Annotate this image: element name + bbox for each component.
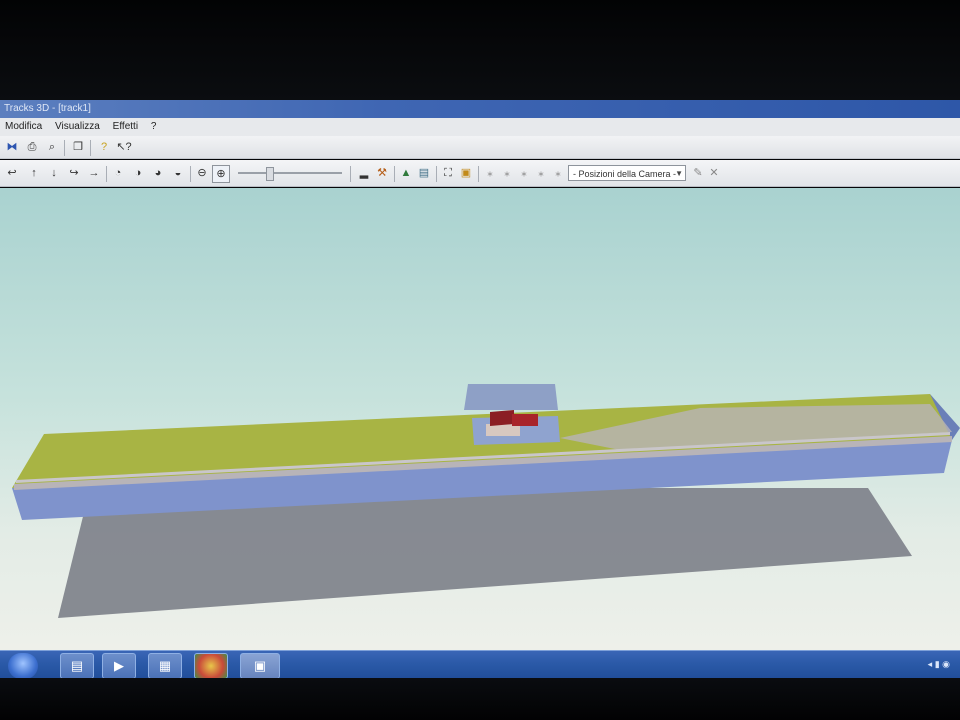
zoom-in-icon[interactable]: ⊕	[212, 165, 230, 183]
camera-select-value: - Posizioni della Camera -	[573, 169, 677, 179]
view-toolbar: ↩ ↑ ↓ ↪ → ◔ ◑ ◕ ◒ ⊖ ⊕ ▂ ⚒ ▲ ▤ ⛶ ▣ ⁎ ⁎ ⁎ …	[0, 160, 960, 187]
camera-icon[interactable]: ▣	[458, 165, 474, 181]
view-4-icon[interactable]: ◒	[170, 165, 186, 181]
rotate-right-icon[interactable]: ↪	[66, 165, 82, 181]
rail-tool-icon[interactable]: ⧓	[4, 139, 20, 155]
video-icon[interactable]: ▦	[148, 653, 182, 679]
scenery-icon[interactable]: ▲	[398, 165, 414, 181]
explorer-icon[interactable]: ▤	[60, 653, 94, 679]
system-tray: ◂ ▮ ◉	[927, 659, 950, 669]
print-preview-icon[interactable]: ⌕	[44, 139, 60, 155]
camera-delete-icon[interactable]: ✕	[706, 165, 722, 181]
camera-pos-3-icon[interactable]: ⁎	[516, 165, 532, 181]
toolbar-separator	[394, 166, 395, 182]
toolbar-separator	[90, 140, 91, 156]
tool-icon[interactable]: ⚒	[374, 165, 390, 181]
toolbar-separator	[436, 166, 437, 182]
backdrop-panel	[464, 384, 558, 410]
help-icon[interactable]: ?	[96, 139, 112, 155]
menu-bar: Modifica Visualizza Effetti ?	[0, 118, 960, 137]
window-title: Tracks 3D - [track1]	[4, 103, 91, 114]
view-1-icon[interactable]: ◔	[110, 165, 126, 181]
toolbar-separator	[106, 166, 107, 182]
fit-view-icon[interactable]: ⛶	[440, 165, 456, 181]
media-icon[interactable]: ▶	[102, 653, 136, 679]
zoom-slider-track[interactable]	[238, 172, 342, 174]
3d-viewport[interactable]	[0, 188, 960, 650]
start-button[interactable]	[8, 653, 38, 679]
menu-effetti[interactable]: Effetti	[108, 118, 143, 136]
toolbar-separator	[478, 166, 479, 182]
layout-3d-render	[12, 384, 960, 618]
zoom-slider-thumb[interactable]	[266, 167, 274, 181]
copy-icon[interactable]: ❐	[70, 139, 86, 155]
camera-pos-5-icon[interactable]: ⁎	[550, 165, 566, 181]
tracks3d-icon[interactable]: ▣	[240, 653, 280, 679]
monitor-bezel-bottom	[0, 678, 960, 720]
terrain-icon[interactable]: ▂	[356, 165, 372, 181]
view-3-icon[interactable]: ◕	[150, 165, 166, 181]
station-annex-roof	[512, 414, 538, 426]
print-icon[interactable]: ⎙	[24, 139, 40, 155]
menu-visualizza[interactable]: Visualizza	[50, 118, 105, 136]
camera-pos-1-icon[interactable]: ⁎	[482, 165, 498, 181]
move-right-icon[interactable]: →	[86, 165, 102, 181]
screen: Tracks 3D - [track1] Modifica Visualizza…	[0, 100, 960, 680]
camera-save-icon[interactable]: ✎	[690, 165, 706, 181]
layers-icon[interactable]: ▤	[416, 165, 432, 181]
move-down-icon[interactable]: ↓	[46, 165, 62, 181]
toolbar-separator	[64, 140, 65, 156]
view-2-icon[interactable]: ◑	[130, 165, 146, 181]
window-title-bar: Tracks 3D - [track1]	[0, 100, 960, 118]
station-building-roof	[490, 410, 514, 426]
camera-pos-4-icon[interactable]: ⁎	[533, 165, 549, 181]
camera-position-select[interactable]: - Posizioni della Camera - ▼	[568, 165, 686, 181]
camera-pos-2-icon[interactable]: ⁎	[499, 165, 515, 181]
toolbar-separator	[350, 166, 351, 182]
chrome-icon[interactable]	[194, 653, 228, 679]
toolbar-separator	[190, 166, 191, 182]
zoom-out-icon[interactable]: ⊖	[194, 165, 210, 181]
menu-modifica[interactable]: Modifica	[0, 118, 47, 136]
menu-help[interactable]: ?	[146, 118, 162, 136]
main-toolbar: ⧓ ⎙ ⌕ ❐ ? ↖?	[0, 136, 960, 159]
monitor-bezel-top	[0, 0, 960, 100]
windows-taskbar: ▤ ▶ ▦ ▣ ◂ ▮ ◉	[0, 650, 960, 680]
rotate-left-icon[interactable]: ↩	[4, 165, 20, 181]
move-up-icon[interactable]: ↑	[26, 165, 42, 181]
context-help-icon[interactable]: ↖?	[116, 139, 132, 155]
chevron-down-icon: ▼	[675, 169, 683, 178]
